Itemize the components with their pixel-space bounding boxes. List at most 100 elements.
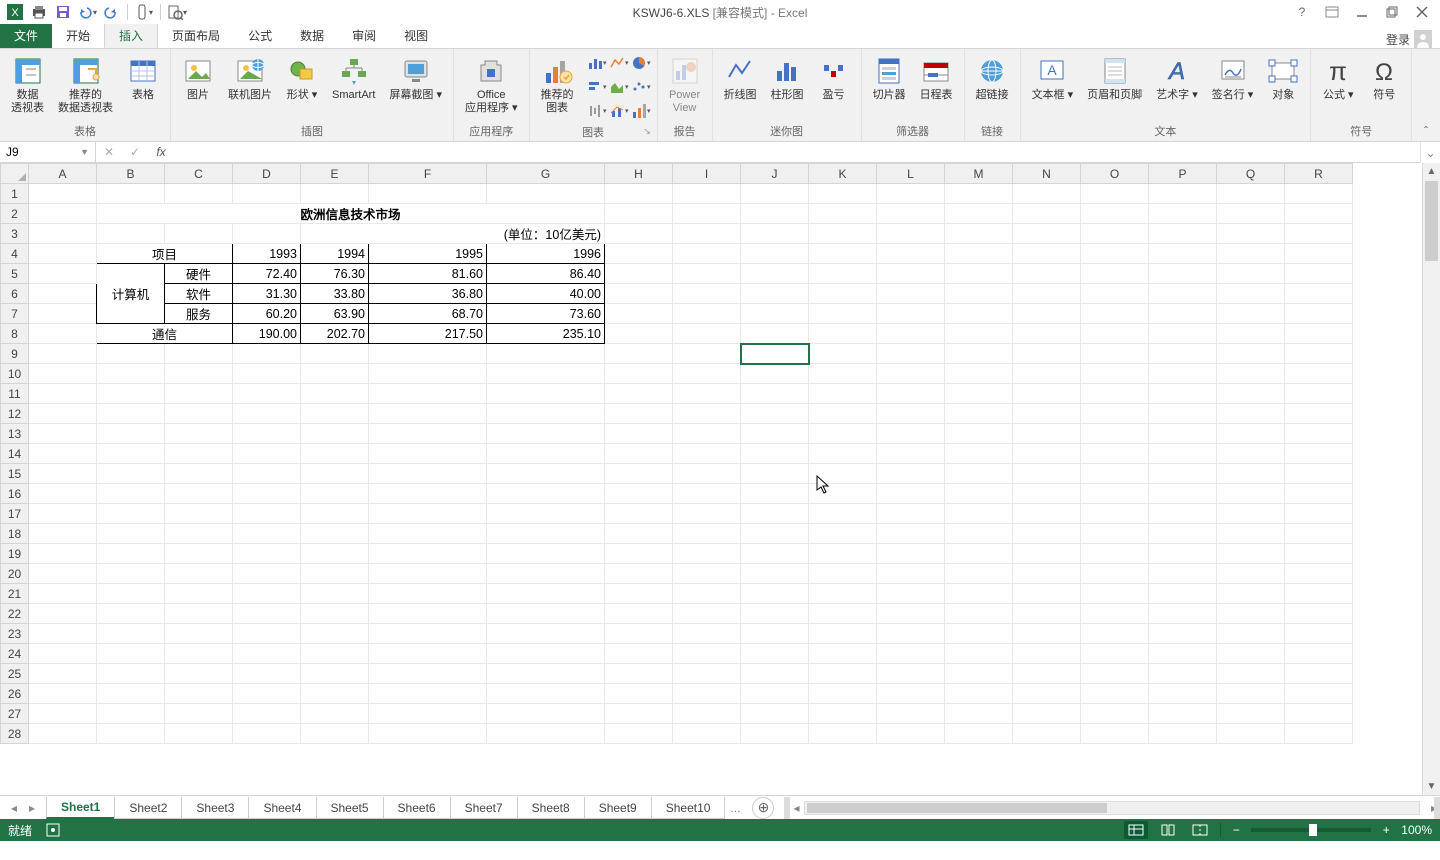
sheet-more[interactable]: ... [724,801,746,815]
cell-P25[interactable] [1149,664,1217,684]
touch-mode-icon[interactable]: ▾ [133,1,155,23]
cell-K7[interactable] [809,304,877,324]
scroll-down-icon[interactable]: ▼ [1423,778,1440,795]
cell-H16[interactable] [605,484,673,504]
expand-formula-icon[interactable]: ⌄ [1420,142,1440,163]
cell-L3[interactable] [877,224,945,244]
cell-A14[interactable] [29,444,97,464]
cell-H9[interactable] [605,344,673,364]
tab-开始[interactable]: 开始 [52,23,104,48]
col-header-C[interactable]: C [165,164,233,184]
cell-F25[interactable] [369,664,487,684]
cell-J20[interactable] [741,564,809,584]
cell-M26[interactable] [945,684,1013,704]
cell-N5[interactable] [1013,264,1081,284]
cell-E1[interactable] [301,184,369,204]
headfoot-button[interactable]: 页眉和页脚 [1082,52,1147,120]
cell-N23[interactable] [1013,624,1081,644]
cell-J25[interactable] [741,664,809,684]
cell-C12[interactable] [165,404,233,424]
cell-R19[interactable] [1285,544,1353,564]
cell-N20[interactable] [1013,564,1081,584]
ribbon-display-icon[interactable] [1320,1,1344,23]
cell-O27[interactable] [1081,704,1149,724]
cell-L9[interactable] [877,344,945,364]
cell-N3[interactable] [1013,224,1081,244]
table-button[interactable]: 表格 [122,52,164,120]
cell-B26[interactable] [97,684,165,704]
cell-F19[interactable] [369,544,487,564]
cell-H19[interactable] [605,544,673,564]
cell-E22[interactable] [301,604,369,624]
cell-L4[interactable] [877,244,945,264]
cell-F11[interactable] [369,384,487,404]
cell-M2[interactable] [945,204,1013,224]
zoom-level-text[interactable]: 100% [1401,823,1432,837]
cell-A26[interactable] [29,684,97,704]
cell-K24[interactable] [809,644,877,664]
col-header-P[interactable]: P [1149,164,1217,184]
cell-G11[interactable] [487,384,605,404]
cell-C15[interactable] [165,464,233,484]
cell-B21[interactable] [97,584,165,604]
zoom-slider[interactable] [1251,828,1371,832]
cell-N10[interactable] [1013,364,1081,384]
cell-B5[interactable]: 计算机 [97,264,165,324]
cell-K6[interactable] [809,284,877,304]
cell-K16[interactable] [809,484,877,504]
cell-Q21[interactable] [1217,584,1285,604]
cell-I16[interactable] [673,484,741,504]
cell-A4[interactable] [29,244,97,264]
print-preview-icon[interactable]: ▾ [166,1,188,23]
cell-F4[interactable]: 1995 [369,244,487,264]
cell-O15[interactable] [1081,464,1149,484]
cell-M9[interactable] [945,344,1013,364]
cell-I15[interactable] [673,464,741,484]
sheet-tab-Sheet4[interactable]: Sheet4 [248,797,316,819]
sheet-tab-Sheet1[interactable]: Sheet1 [46,797,115,819]
cell-E13[interactable] [301,424,369,444]
cell-R4[interactable] [1285,244,1353,264]
cell-D4[interactable]: 1993 [233,244,301,264]
cell-B8[interactable]: 通信 [97,324,233,344]
cell-K12[interactable] [809,404,877,424]
cell-J16[interactable] [741,484,809,504]
sheet-tab-Sheet8[interactable]: Sheet8 [517,797,585,819]
cell-B24[interactable] [97,644,165,664]
cell-L23[interactable] [877,624,945,644]
cell-P23[interactable] [1149,624,1217,644]
cell-H5[interactable] [605,264,673,284]
cell-A16[interactable] [29,484,97,504]
cell-O22[interactable] [1081,604,1149,624]
cell-H15[interactable] [605,464,673,484]
cell-D24[interactable] [233,644,301,664]
cell-H24[interactable] [605,644,673,664]
cell-B9[interactable] [97,344,165,364]
cell-A8[interactable] [29,324,97,344]
tab-数据[interactable]: 数据 [286,23,338,48]
cell-I21[interactable] [673,584,741,604]
cell-L15[interactable] [877,464,945,484]
cell-P20[interactable] [1149,564,1217,584]
cell-B20[interactable] [97,564,165,584]
cell-O9[interactable] [1081,344,1149,364]
col-header-R[interactable]: R [1285,164,1353,184]
cell-L6[interactable] [877,284,945,304]
cell-G5[interactable]: 86.40 [487,264,605,284]
cell-N27[interactable] [1013,704,1081,724]
cell-B23[interactable] [97,624,165,644]
cell-G22[interactable] [487,604,605,624]
cell-I28[interactable] [673,724,741,744]
cell-D26[interactable] [233,684,301,704]
cell-H28[interactable] [605,724,673,744]
cell-O28[interactable] [1081,724,1149,744]
chart-scatter-button[interactable]: ▾ [631,77,651,97]
row-header-21[interactable]: 21 [1,584,29,604]
scroll-thumb[interactable] [1425,181,1438,261]
cell-N16[interactable] [1013,484,1081,504]
cell-L20[interactable] [877,564,945,584]
cell-N11[interactable] [1013,384,1081,404]
cell-O14[interactable] [1081,444,1149,464]
cell-M19[interactable] [945,544,1013,564]
cell-D15[interactable] [233,464,301,484]
